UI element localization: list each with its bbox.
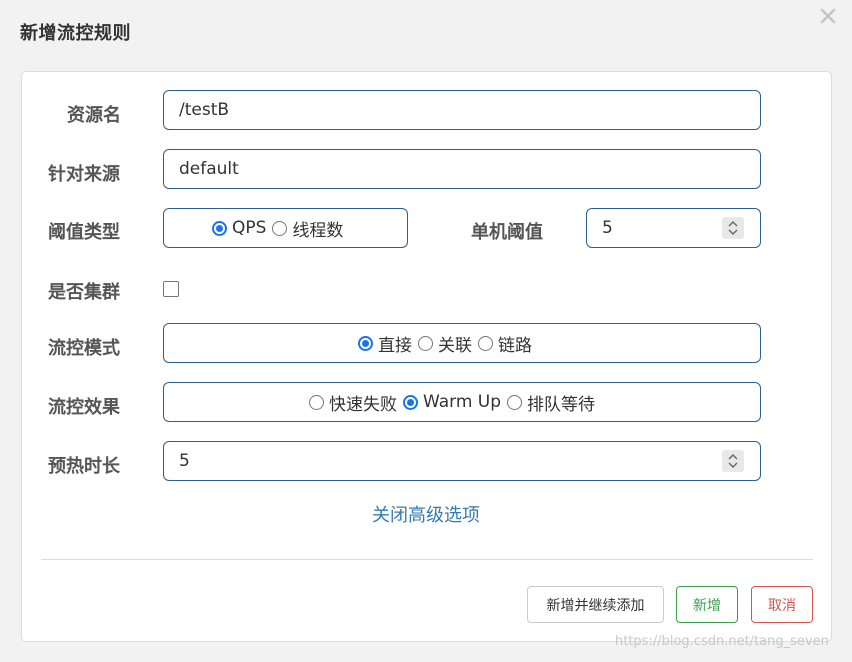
- warmup-period-label: 预热时长: [48, 456, 120, 477]
- cluster-checkbox[interactable]: [163, 281, 179, 297]
- radio-chain[interactable]: 链路: [478, 331, 532, 356]
- radio-chain-label: 链路: [498, 335, 532, 356]
- flow-mode-group: 直接 关联 链路: [163, 323, 761, 363]
- radio-direct-label: 直接: [378, 335, 412, 356]
- toggle-advanced-options-link[interactable]: 关闭高级选项: [0, 501, 852, 527]
- origin-field: [163, 149, 761, 189]
- flow-effect-group: 快速失败 Warm Up 排队等待: [163, 382, 761, 422]
- origin-label: 针对来源: [48, 164, 120, 185]
- radio-queue-wait-indicator: [507, 394, 523, 410]
- radio-qps-label: QPS: [232, 218, 267, 238]
- radio-fast-fail-label: 快速失败: [329, 394, 397, 415]
- cancel-button[interactable]: 取消: [751, 586, 813, 623]
- radio-fast-fail[interactable]: 快速失败: [309, 390, 397, 415]
- radio-thread-count[interactable]: 线程数: [272, 216, 343, 241]
- radio-direct-indicator: [358, 335, 373, 351]
- stepper-arrows-icon: [728, 454, 738, 468]
- single-threshold-input[interactable]: [587, 209, 717, 247]
- dialog-title: 新增流控规则: [20, 23, 131, 44]
- watermark-text: https://blog.csdn.net/tang_seven: [615, 634, 829, 649]
- close-icon[interactable]: [818, 6, 838, 26]
- single-threshold-field: [586, 208, 761, 248]
- single-threshold-label: 单机阈值: [471, 222, 543, 243]
- flow-mode-label: 流控模式: [48, 338, 120, 359]
- cluster-label: 是否集群: [48, 282, 120, 303]
- threshold-type-group: QPS 线程数: [163, 208, 408, 248]
- flow-rule-dialog: 新增流控规则 资源名 针对来源 阈值类型 QPS 线程数 单机阈值: [0, 0, 852, 662]
- single-threshold-stepper[interactable]: [722, 217, 744, 239]
- add-and-continue-button[interactable]: 新增并继续添加: [527, 586, 664, 623]
- add-button[interactable]: 新增: [676, 586, 738, 623]
- radio-thread-count-label: 线程数: [292, 220, 344, 241]
- flow-effect-label: 流控效果: [48, 397, 120, 418]
- radio-fast-fail-indicator: [309, 394, 324, 410]
- radio-queue-wait-label: 排队等待: [527, 394, 596, 415]
- stepper-arrows-icon: [728, 221, 738, 235]
- resource-field: [163, 90, 761, 130]
- threshold-type-label: 阈值类型: [48, 222, 120, 243]
- radio-associate-label: 关联: [438, 335, 472, 356]
- warmup-period-input[interactable]: [164, 442, 704, 480]
- radio-warm-up-indicator: [403, 394, 418, 410]
- resource-input[interactable]: [164, 91, 760, 129]
- radio-direct[interactable]: 直接: [358, 331, 412, 356]
- warmup-period-field: [163, 441, 761, 481]
- resource-label: 资源名: [67, 105, 121, 126]
- radio-queue-wait[interactable]: 排队等待: [507, 390, 595, 415]
- radio-associate[interactable]: 关联: [418, 331, 472, 356]
- radio-qps[interactable]: QPS: [212, 218, 266, 238]
- radio-qps-indicator: [212, 220, 227, 236]
- radio-warm-up[interactable]: Warm Up: [403, 392, 501, 412]
- radio-chain-indicator: [478, 335, 493, 351]
- radio-associate-indicator: [418, 335, 433, 351]
- footer-divider: [41, 559, 813, 560]
- radio-warm-up-label: Warm Up: [423, 392, 502, 412]
- radio-thread-count-indicator: [272, 220, 288, 236]
- warmup-period-stepper[interactable]: [722, 450, 744, 472]
- origin-input[interactable]: [164, 150, 760, 188]
